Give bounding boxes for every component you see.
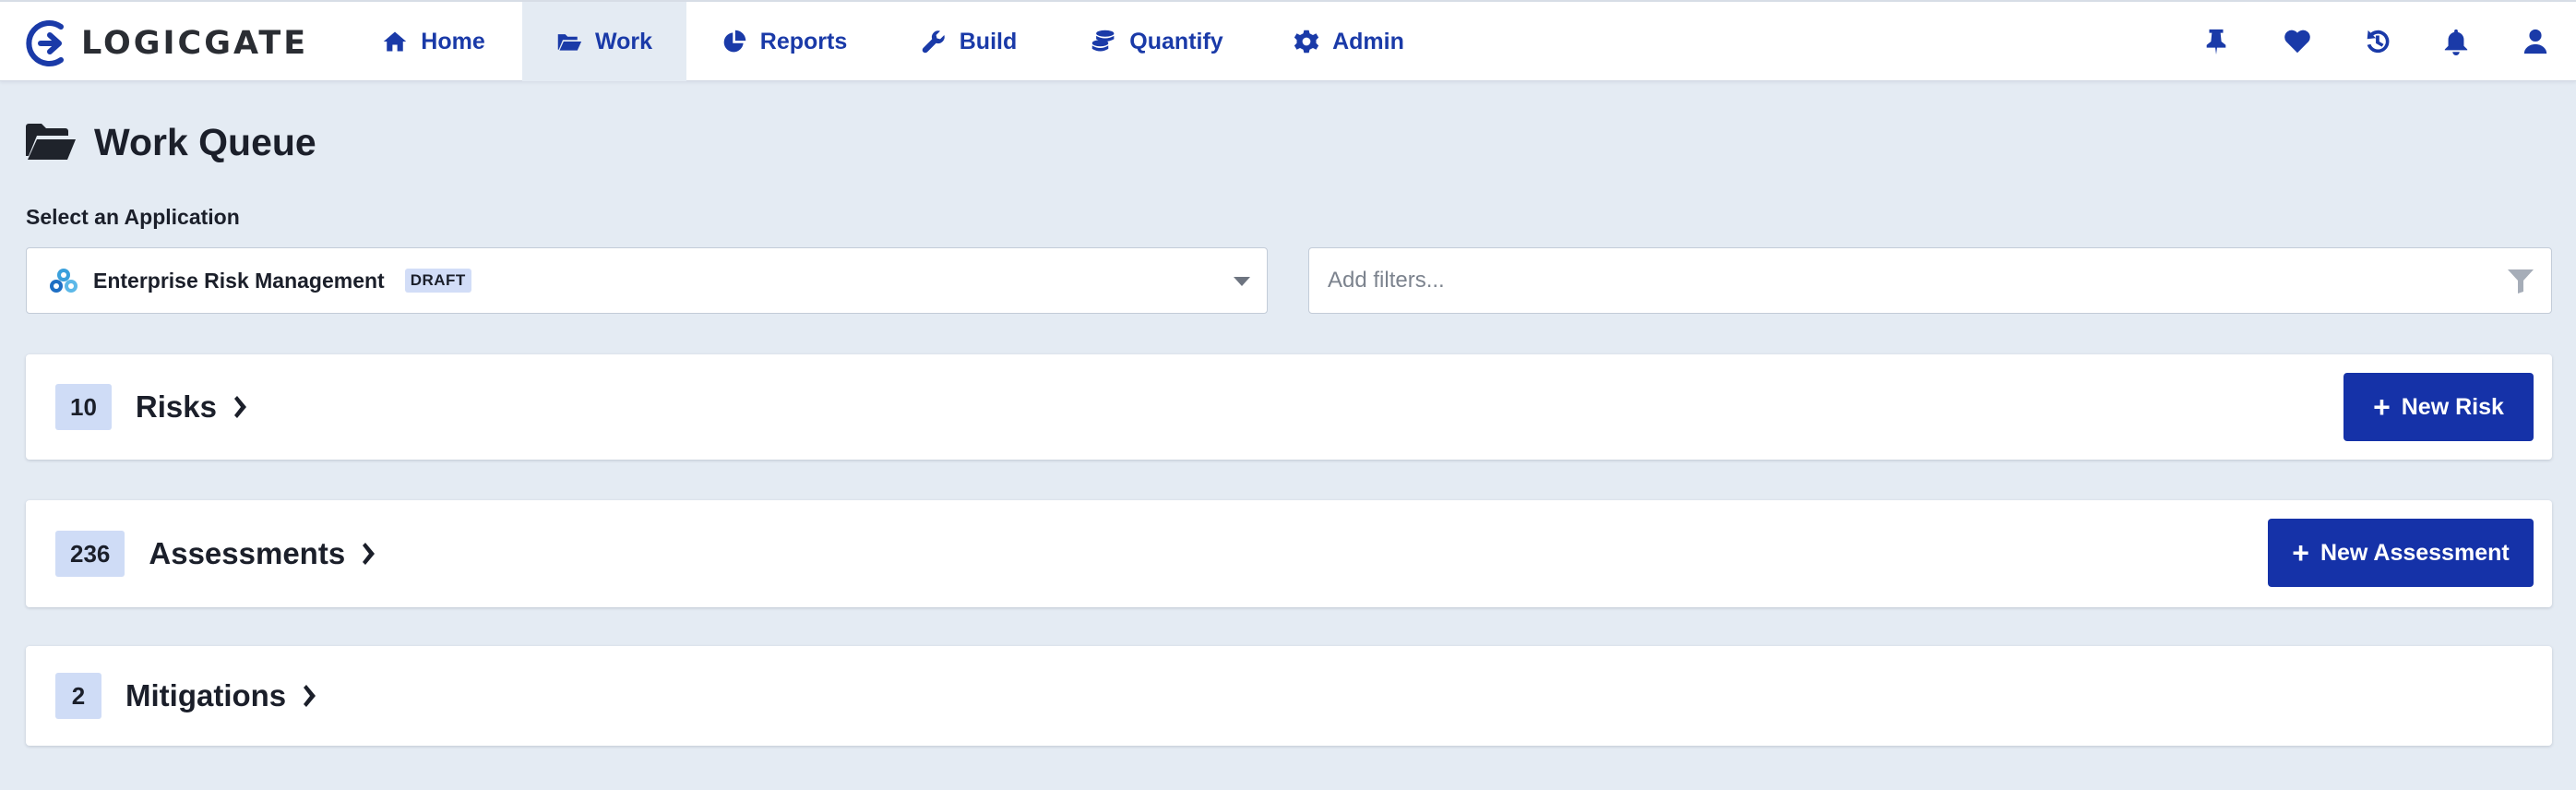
filters-input[interactable]: [1309, 248, 2551, 313]
queue-title: Mitigations: [125, 678, 287, 712]
pin-icon: [2206, 29, 2226, 55]
draft-badge: DRAFT: [404, 269, 471, 293]
brand-name: LOGICGATE: [81, 25, 309, 62]
chevron-down-icon: [1234, 277, 1250, 286]
queue-card-risks: 10 Risks + New Risk: [26, 354, 2552, 460]
nav-item-build[interactable]: Build: [909, 2, 1029, 81]
pin-button[interactable]: [2200, 25, 2233, 58]
filters-field: [1308, 247, 2552, 314]
coins-icon: [1092, 30, 1115, 52]
nav-item-reports[interactable]: Reports: [710, 2, 858, 81]
user-icon: [2523, 29, 2547, 54]
nav-item-label: Work: [594, 28, 653, 54]
nav-item-label: Home: [421, 28, 485, 54]
page-header: Work Queue: [26, 114, 316, 170]
home-icon: [384, 31, 407, 52]
funnel-icon: [2508, 269, 2534, 293]
nav-item-work[interactable]: Work: [522, 2, 686, 81]
application-icon: [50, 269, 78, 293]
count-badge: 2: [55, 673, 101, 719]
bell-icon: [2444, 29, 2468, 55]
logo-mark-icon: [26, 20, 64, 66]
plus-icon: +: [2373, 390, 2391, 424]
application-select[interactable]: Enterprise Risk Management DRAFT: [26, 247, 1268, 314]
pie-chart-icon: [723, 30, 746, 53]
chevron-right-icon: [232, 396, 246, 418]
nav-item-home[interactable]: Home: [369, 2, 498, 81]
nav-item-label: Build: [959, 28, 1018, 54]
nav-item-label: Quantify: [1129, 28, 1223, 54]
history-button[interactable]: [2360, 25, 2393, 58]
history-icon: [2367, 30, 2390, 54]
page-title: Work Queue: [94, 120, 316, 163]
nav-item-label: Admin: [1332, 28, 1404, 54]
plus-icon: +: [2292, 536, 2309, 569]
folder-open-icon: [557, 34, 582, 51]
queue-card-assessments: 236 Assessments + New Assessment: [26, 500, 2552, 607]
notifications-button[interactable]: [2439, 25, 2473, 58]
wrench-icon: [922, 30, 945, 54]
nav-item-quantify[interactable]: Quantify: [1078, 2, 1236, 81]
nav-item-admin[interactable]: Admin: [1284, 2, 1413, 81]
gear-icon: [1294, 30, 1319, 54]
button-label: New Risk: [2401, 393, 2504, 420]
count-badge: 10: [55, 384, 112, 430]
queue-header-assessments[interactable]: 236 Assessments: [55, 500, 376, 607]
chevron-right-icon: [301, 685, 316, 707]
chevron-right-icon: [360, 543, 376, 565]
nav-item-label: Reports: [759, 28, 848, 54]
user-menu-button[interactable]: [2519, 25, 2552, 58]
filter-icon[interactable]: [2507, 269, 2534, 294]
button-label: New Assessment: [2320, 539, 2510, 566]
favorites-button[interactable]: [2281, 25, 2314, 58]
select-application-label: Select an Application: [26, 205, 240, 229]
application-name: Enterprise Risk Management: [93, 268, 385, 293]
queue-title: Assessments: [149, 536, 346, 570]
heart-icon: [2284, 30, 2310, 54]
queue-header-mitigations[interactable]: 2 Mitigations: [55, 646, 316, 746]
count-badge: 236: [55, 531, 125, 577]
folder-open-icon: [26, 124, 76, 160]
new-assessment-button[interactable]: + New Assessment: [2268, 519, 2534, 587]
new-risk-button[interactable]: + New Risk: [2343, 373, 2534, 441]
queue-title: Risks: [135, 389, 217, 424]
queue-card-mitigations: 2 Mitigations: [26, 646, 2552, 746]
top-nav: LOGICGATE Home Work Reports Build Quanti…: [0, 0, 2576, 81]
queue-header-risks[interactable]: 10 Risks: [55, 354, 246, 460]
logicgate-logo[interactable]: LOGICGATE: [24, 18, 308, 68]
